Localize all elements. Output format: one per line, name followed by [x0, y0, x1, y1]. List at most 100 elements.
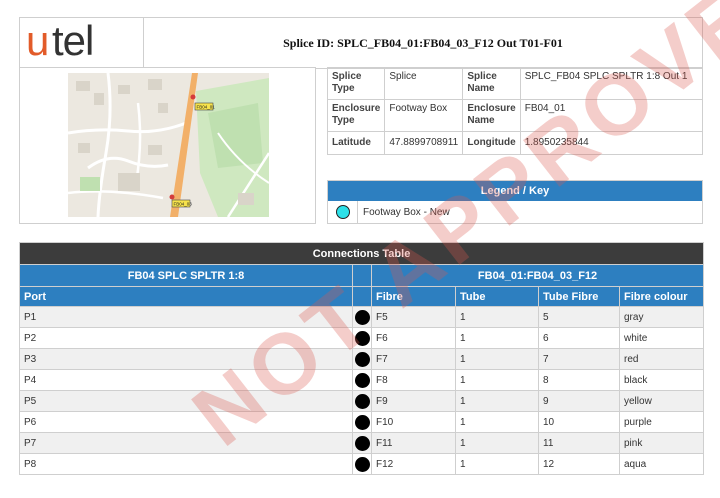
info-row: Latitude 47.8899708911 Longitude 1.89502…	[326, 131, 704, 155]
connection-dot-icon	[354, 414, 370, 430]
table-row: P8 F12 1 12 aqua	[19, 453, 705, 475]
splice-info-table: Splice Type Splice Splice Name SPLC_FB04…	[326, 67, 704, 155]
location-map[interactable]: FB04_01 FB04_03	[68, 73, 269, 217]
left-group-header: FB04 SPLC SPLTR 1:8	[19, 264, 353, 287]
fibre-cell: F6	[371, 327, 456, 349]
fibre-cell: F12	[371, 453, 456, 475]
port-cell: P7	[19, 432, 353, 454]
info-key: Splice Name	[462, 67, 521, 100]
tube-fibre-cell: 6	[538, 327, 620, 349]
connection-dot-cell	[352, 369, 372, 391]
tube-fibre-cell: 5	[538, 306, 620, 328]
connection-dot-icon	[354, 330, 370, 346]
fibre-cell: F11	[371, 432, 456, 454]
fibre-colour-cell: purple	[618, 411, 705, 433]
map-marker-label: FB04_01	[197, 105, 216, 110]
fibre-cell: F9	[371, 390, 456, 412]
connection-dot-cell	[352, 306, 372, 328]
connections-table-title: Connections Table	[18, 242, 705, 265]
table-row: P4 F8 1 8 black	[19, 369, 705, 391]
tube-cell: 1	[455, 411, 539, 433]
port-cell: P5	[19, 390, 353, 412]
info-key: Enclosure Name	[462, 99, 521, 132]
connection-dot-cell	[352, 411, 372, 433]
connection-dot-icon	[354, 456, 370, 472]
info-key: Latitude	[326, 131, 386, 155]
tube-fibre-cell: 12	[538, 453, 620, 475]
legend-item: Footway Box - New	[328, 201, 702, 223]
map-marker-label: FB04_03	[174, 202, 193, 207]
info-value: Footway Box	[384, 99, 464, 132]
info-key: Longitude	[462, 131, 521, 155]
column-header-tube: Tube	[455, 286, 539, 307]
connection-dot-cell	[352, 453, 372, 475]
tube-fibre-cell: 11	[538, 432, 620, 454]
fibre-cell: F5	[371, 306, 456, 328]
header: u tel Splice ID: SPLC_FB04_01:FB04_03_F12…	[19, 17, 703, 69]
port-cell: P3	[19, 348, 353, 370]
table-row: P2 F6 1 6 white	[19, 327, 705, 349]
tube-cell: 1	[455, 432, 539, 454]
utel-logo: u tel	[20, 18, 144, 68]
fibre-colour-cell: aqua	[618, 453, 705, 475]
port-cell: P8	[19, 453, 353, 475]
fibre-colour-cell: gray	[618, 306, 705, 328]
connection-dot-cell	[352, 348, 372, 370]
logo-letter-u: u	[26, 17, 49, 64]
connection-dot-cell	[352, 327, 372, 349]
connection-dot-icon	[354, 372, 370, 388]
tube-fibre-cell: 8	[538, 369, 620, 391]
legend-swatch	[328, 201, 358, 223]
tube-fibre-cell: 10	[538, 411, 620, 433]
tube-cell: 1	[455, 369, 539, 391]
fibre-colour-cell: black	[618, 369, 705, 391]
table-row: P5 F9 1 9 yellow	[19, 390, 705, 412]
legend-title: Legend / Key	[328, 181, 702, 201]
column-header-fibre-colour: Fibre colour	[618, 286, 705, 307]
footway-box-icon	[335, 205, 350, 219]
fibre-colour-cell: yellow	[618, 390, 705, 412]
legend-item-label: Footway Box - New	[363, 206, 450, 218]
tube-cell: 1	[455, 390, 539, 412]
legend-panel: Legend / Key Footway Box - New	[327, 180, 703, 224]
tube-cell: 1	[455, 348, 539, 370]
table-row: P7 F11 1 11 pink	[19, 432, 705, 454]
info-value: Splice	[384, 67, 464, 100]
info-key: Enclosure Type	[326, 99, 386, 132]
connection-dot-cell	[352, 432, 372, 454]
tube-cell: 1	[455, 327, 539, 349]
table-row: P3 F7 1 7 red	[19, 348, 705, 370]
info-row: Splice Type Splice Splice Name SPLC_FB04…	[326, 67, 704, 100]
port-cell: P1	[19, 306, 353, 328]
table-row: P1 F5 1 5 gray	[19, 306, 705, 328]
tube-cell: 1	[455, 306, 539, 328]
info-value: 1.8950235844	[519, 131, 704, 155]
fibre-colour-cell: red	[618, 348, 705, 370]
port-cell: P4	[19, 369, 353, 391]
fibre-colour-cell: white	[618, 327, 705, 349]
table-row: P6 F10 1 10 purple	[19, 411, 705, 433]
right-group-header: FB04_01:FB04_03_F12	[370, 264, 705, 287]
column-header-fibre: Fibre	[371, 286, 456, 307]
map-panel: FB04_01 FB04_03	[19, 67, 316, 224]
connection-dot-icon	[354, 435, 370, 451]
connection-dot-icon	[354, 351, 370, 367]
group-spacer	[352, 264, 372, 287]
info-key: Splice Type	[326, 67, 386, 100]
fibre-cell: F10	[371, 411, 456, 433]
logo-letters: tel	[52, 17, 94, 64]
fibre-colour-cell: pink	[618, 432, 705, 454]
tube-cell: 1	[455, 453, 539, 475]
column-header-tube-fibre: Tube Fibre	[538, 286, 620, 307]
info-value: SPLC_FB04 SPLC SPLTR 1:8 Out 1	[519, 67, 704, 100]
connection-dot-cell	[352, 390, 372, 412]
connections-table: Connections Table FB04 SPLC SPLTR 1:8 FB…	[18, 242, 705, 475]
info-value: FB04_01	[519, 99, 704, 132]
connection-dot-icon	[354, 393, 370, 409]
splice-id-title: Splice ID: SPLC_FB04_01:FB04_03_F12 Out …	[283, 36, 563, 50]
connection-dot-icon	[354, 309, 370, 325]
tube-fibre-cell: 9	[538, 390, 620, 412]
info-row: Enclosure Type Footway Box Enclosure Nam…	[326, 99, 704, 132]
column-header-spacer	[352, 286, 372, 307]
info-value: 47.8899708911	[384, 131, 464, 155]
